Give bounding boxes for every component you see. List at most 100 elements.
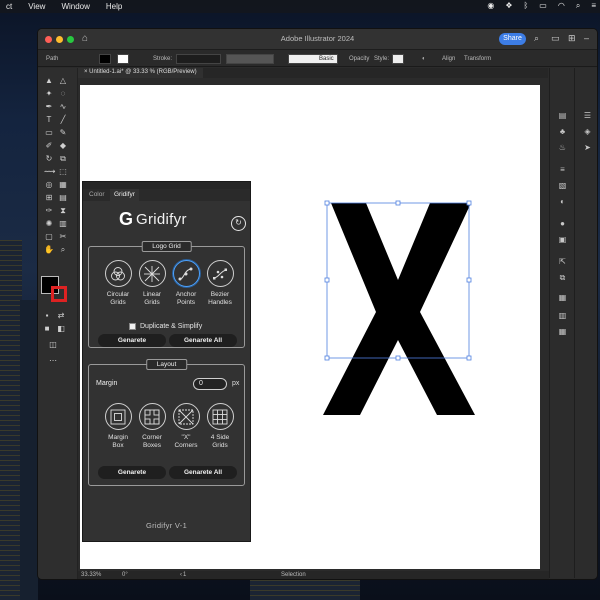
dropbox-icon[interactable]: ❖ [505, 1, 512, 11]
stroke-panel-icon[interactable]: ≡ [557, 164, 568, 175]
default-colors-icon[interactable]: ▪ [42, 311, 52, 321]
stroke-color-swatch[interactable] [51, 286, 67, 302]
menu-item-window[interactable]: Window [61, 2, 89, 11]
resize-handle[interactable] [324, 355, 330, 361]
resize-handle[interactable] [324, 200, 330, 206]
stroke-swatch[interactable] [117, 54, 129, 64]
slice-tool-icon[interactable]: ✂ [58, 232, 68, 242]
magic-wand-icon[interactable]: ✦ [44, 89, 54, 99]
generate-all-layout-button[interactable]: Genarete All [169, 466, 237, 479]
four-side-grids-option[interactable]: 4 Side Grids [203, 403, 237, 450]
libraries-icon[interactable]: ♨ [557, 142, 568, 153]
transparency-icon[interactable]: ◐ [557, 196, 568, 207]
zoom-tool-icon[interactable]: ⌕ [58, 245, 68, 255]
pen-tool-icon[interactable]: ✒ [44, 102, 54, 112]
margin-box-option[interactable]: Margin Box [101, 403, 135, 450]
refresh-icon[interactable]: ↻ [231, 216, 246, 231]
gradient-panel-icon[interactable]: ▧ [557, 180, 568, 191]
linear-grid-icon[interactable] [138, 260, 166, 287]
menu-item-view[interactable]: View [28, 2, 45, 11]
draw-mode-icon[interactable]: ◫ [48, 340, 58, 350]
control-center-icon[interactable]: ≡ [591, 1, 596, 11]
align-label[interactable]: Align [442, 56, 455, 62]
artboard-nav-prev[interactable]: ‹ [180, 572, 182, 578]
resize-handle[interactable] [395, 200, 401, 206]
align-panel-icon[interactable]: ▥ [557, 310, 568, 321]
layers-panel-icon[interactable]: ◈ [582, 126, 593, 137]
rotate-tool-icon[interactable]: ↻ [44, 154, 54, 164]
stroke-weight-field[interactable] [176, 54, 221, 64]
graph-tool-icon[interactable]: ▥ [58, 219, 68, 229]
workspace-icon[interactable]: ⊞ [568, 33, 576, 44]
x-corners-option[interactable]: "X" Corners [169, 403, 203, 450]
shaper-tool-icon[interactable]: ✐ [44, 141, 54, 151]
tab-color[interactable]: Color [85, 189, 109, 201]
pathfinder-icon[interactable]: ▦ [557, 326, 568, 337]
recolor-icon[interactable]: ◐ [422, 56, 426, 62]
curvature-tool-icon[interactable]: ∿ [58, 102, 68, 112]
gradient-mode-icon[interactable]: ◧ [56, 324, 66, 334]
graphic-styles-icon[interactable]: ▣ [557, 234, 568, 245]
free-transform-icon[interactable]: ⬚ [58, 167, 68, 177]
generate-layout-button[interactable]: Genarete [98, 466, 166, 479]
variable-width-dropdown[interactable] [226, 54, 274, 64]
bezier-handles-icon[interactable] [206, 260, 234, 287]
rotation-value[interactable]: 0° [122, 572, 128, 578]
rectangle-tool-icon[interactable]: ▭ [44, 128, 54, 138]
scale-tool-icon[interactable]: ⧉ [58, 154, 68, 164]
gradient-tool-icon[interactable]: ▤ [58, 193, 68, 203]
resize-handle[interactable] [395, 355, 401, 361]
bezier-handles-option[interactable]: Bezier Handles [203, 260, 237, 307]
swap-colors-icon[interactable]: ⇄ [56, 311, 66, 321]
four-side-grids-icon[interactable] [206, 403, 234, 430]
eraser-icon[interactable]: ◆ [58, 141, 68, 151]
record-icon[interactable]: ◉ [487, 1, 494, 11]
generate-logo-grid-button[interactable]: Genarete [98, 334, 166, 347]
corner-boxes-option[interactable]: Corner Boxes [135, 403, 169, 450]
battery-icon[interactable]: ▭ [539, 1, 547, 11]
libraries-panel-icon[interactable]: ☰ [582, 110, 593, 121]
bluetooth-icon[interactable]: ᛒ [523, 1, 528, 11]
minimize-panel-icon[interactable]: – [584, 33, 589, 43]
line-tool-icon[interactable]: ╱ [58, 115, 68, 125]
resize-handle[interactable] [466, 277, 472, 283]
hand-tool-icon[interactable]: ✋ [44, 245, 54, 255]
linear-grids-option[interactable]: Linear Grids [135, 260, 169, 307]
layers-icon[interactable]: ♣ [557, 126, 568, 137]
direct-selection-tool-icon[interactable]: △ [58, 76, 68, 86]
circular-grids-option[interactable]: Circular Grids [101, 260, 135, 307]
zoom-level[interactable]: 33.33% [81, 572, 101, 578]
tab-document[interactable]: × Untitled-1.ai* @ 33.33 % (RGB/Preview) [78, 68, 203, 78]
tab-gridifyr[interactable]: Gridifyr [110, 189, 139, 201]
arrange-icon[interactable]: ▭ [551, 33, 560, 44]
opacity-label[interactable]: Opacity [349, 56, 369, 62]
export-icon[interactable]: ⇱ [557, 256, 568, 267]
corner-boxes-icon[interactable] [138, 403, 166, 430]
menu-item-partial[interactable]: ct [6, 2, 12, 11]
type-tool-icon[interactable]: T [44, 115, 54, 125]
circular-grid-icon[interactable] [104, 260, 132, 287]
eyedropper-icon[interactable]: ✑ [44, 206, 54, 216]
margin-input[interactable]: 0 [193, 378, 227, 390]
resize-handle[interactable] [324, 277, 330, 283]
selection-tool-icon[interactable]: ▲ [44, 76, 54, 86]
lasso-icon[interactable]: ◌ [58, 89, 68, 99]
anchor-points-icon[interactable] [172, 260, 200, 287]
resize-handle[interactable] [466, 200, 472, 206]
style-swatch[interactable] [392, 54, 404, 64]
duplicate-simplify-checkbox[interactable] [129, 323, 136, 330]
properties-icon[interactable]: ▤ [557, 110, 568, 121]
blend-tool-icon[interactable]: ⧗ [58, 206, 68, 216]
paintbrush-icon[interactable]: ✎ [58, 128, 68, 138]
margin-box-icon[interactable] [104, 403, 132, 430]
artboard-tool-icon[interactable]: ▢ [44, 232, 54, 242]
wifi-icon[interactable]: ◠ [558, 1, 565, 11]
artboards-icon[interactable]: ▦ [557, 292, 568, 303]
mesh-tool-icon[interactable]: ⊞ [44, 193, 54, 203]
menu-item-help[interactable]: Help [106, 2, 122, 11]
edit-toolbar-icon[interactable]: ⋯ [48, 356, 58, 366]
symbol-sprayer-icon[interactable]: ✺ [44, 219, 54, 229]
artboard-number[interactable]: 1 [183, 572, 186, 578]
share-button[interactable]: Share [499, 33, 526, 45]
links-icon[interactable]: ⧉ [557, 272, 568, 283]
